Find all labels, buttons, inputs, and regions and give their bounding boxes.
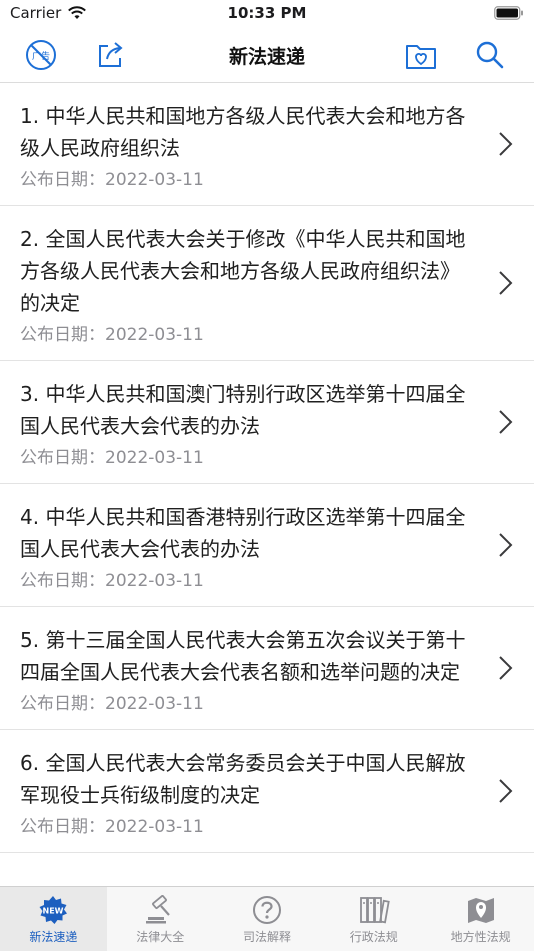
new-badge-icon: NEW bbox=[39, 896, 68, 924]
item-date: 公布日期：2022-03-11 bbox=[20, 448, 204, 468]
list-item[interactable]: 5. 第十三届全国人民代表大会第五次会议关于第十四届全国人民代表大会代表名额和选… bbox=[0, 607, 534, 730]
list-item[interactable]: 6. 全国人民代表大会常务委员会关于中国人民解放军现役士兵衔级制度的决定 公布日… bbox=[0, 730, 534, 853]
battery-icon bbox=[494, 5, 524, 24]
tab-label: 司法解释 bbox=[242, 930, 291, 944]
books-icon bbox=[359, 897, 390, 924]
chevron-right-icon bbox=[499, 779, 513, 803]
chevron-right-icon bbox=[499, 132, 513, 156]
tab-new-laws[interactable]: NEW 新法速递 bbox=[0, 887, 107, 951]
favorites-button[interactable] bbox=[404, 38, 438, 72]
chevron-right-icon bbox=[499, 410, 513, 434]
tab-label: 行政法规 bbox=[349, 930, 398, 944]
tab-label: 地方性法规 bbox=[450, 930, 511, 944]
question-icon bbox=[252, 896, 281, 924]
tab-judicial-interpretation[interactable]: 司法解释 bbox=[214, 887, 321, 951]
tab-law-collection[interactable]: 法律大全 bbox=[107, 887, 214, 951]
item-title: 1. 中华人民共和国地方各级人民代表大会和地方各级人民政府组织法 bbox=[20, 104, 466, 160]
search-icon bbox=[476, 41, 504, 69]
svg-text:NEW: NEW bbox=[43, 907, 64, 916]
status-bar: Carrier 10:33 PM bbox=[0, 0, 534, 28]
chevron-right-icon bbox=[499, 533, 513, 557]
item-date: 公布日期：2022-03-11 bbox=[20, 817, 204, 837]
item-date: 公布日期：2022-03-11 bbox=[20, 571, 204, 591]
gavel-icon bbox=[146, 895, 171, 924]
list-item[interactable]: 4. 中华人民共和国香港特别行政区选举第十四届全国人民代表大会代表的办法 公布日… bbox=[0, 484, 534, 607]
item-title: 4. 中华人民共和国香港特别行政区选举第十四届全国人民代表大会代表的办法 bbox=[20, 505, 466, 561]
item-date: 公布日期：2022-03-11 bbox=[20, 170, 204, 190]
item-date: 公布日期：2022-03-11 bbox=[20, 694, 204, 714]
item-title: 3. 中华人民共和国澳门特别行政区选举第十四届全国人民代表大会代表的办法 bbox=[20, 382, 466, 438]
tab-bar: NEW 新法速递 法律大全 司法解释 行政法规 地方性法规 bbox=[0, 886, 534, 951]
tab-label: 法律大全 bbox=[136, 930, 185, 944]
item-title: 6. 全国人民代表大会常务委员会关于中国人民解放军现役士兵衔级制度的决定 bbox=[20, 751, 466, 807]
page-title: 新法速递 bbox=[228, 46, 305, 68]
law-list: 1. 中华人民共和国地方各级人民代表大会和地方各级人民政府组织法 公布日期：20… bbox=[0, 83, 534, 886]
map-pin-icon bbox=[467, 898, 494, 923]
list-item[interactable]: 2. 全国人民代表大会关于修改《中华人民共和国地方各级人民代表大会和地方各级人民… bbox=[0, 206, 534, 361]
list-item[interactable]: 1. 中华人民共和国地方各级人民代表大会和地方各级人民政府组织法 公布日期：20… bbox=[0, 83, 534, 206]
tab-local-regulations[interactable]: 地方性法规 bbox=[427, 887, 534, 951]
item-title: 5. 第十三届全国人民代表大会第五次会议关于第十四届全国人民代表大会代表名额和选… bbox=[20, 628, 466, 684]
tab-administrative-regulations[interactable]: 行政法规 bbox=[320, 887, 427, 951]
list-item[interactable]: 3. 中华人民共和国澳门特别行政区选举第十四届全国人民代表大会代表的办法 公布日… bbox=[0, 361, 534, 484]
item-date: 公布日期：2022-03-11 bbox=[20, 325, 204, 345]
favorites-folder-icon bbox=[406, 45, 436, 69]
nav-bar: 广告 新法速递 bbox=[0, 28, 534, 83]
search-button[interactable] bbox=[473, 38, 507, 72]
chevron-right-icon bbox=[499, 271, 513, 295]
status-time: 10:33 PM bbox=[227, 4, 307, 22]
item-title: 2. 全国人民代表大会关于修改《中华人民共和国地方各级人民代表大会和地方各级人民… bbox=[20, 227, 466, 315]
tab-label: 新法速递 bbox=[29, 930, 78, 944]
chevron-right-icon bbox=[499, 656, 513, 680]
